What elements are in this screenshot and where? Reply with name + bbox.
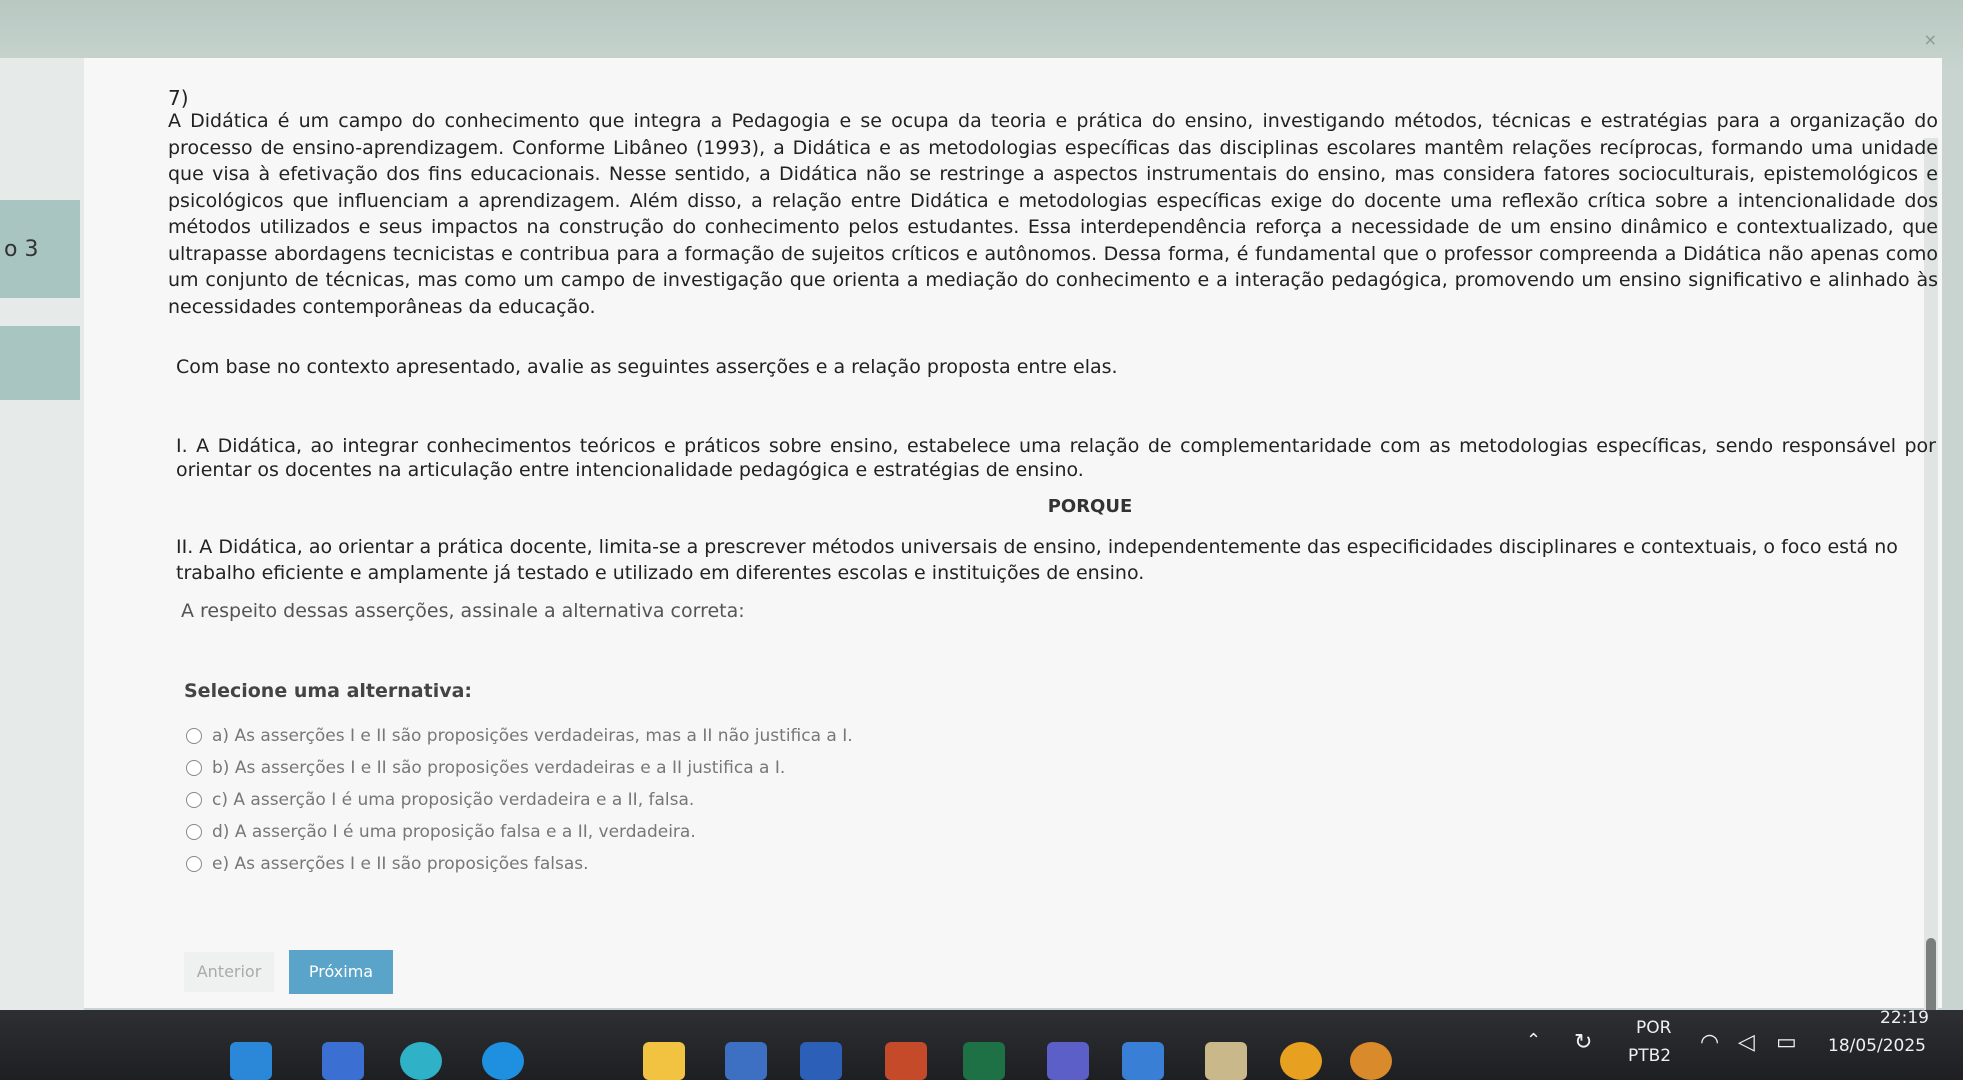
- taskbar-chrome-icon[interactable]: [1280, 1042, 1322, 1080]
- keyboard-language[interactable]: POR: [1636, 1018, 1671, 1038]
- assertion-two: II. A Didática, ao orientar a prática do…: [176, 536, 1898, 584]
- assertion-one: I. A Didática, ao integrar conhecimentos…: [176, 435, 1936, 481]
- taskbar-teams-icon[interactable]: [1047, 1042, 1089, 1080]
- alternative-c[interactable]: c) A asserção I é uma proposição verdade…: [186, 784, 853, 816]
- question-instruction: A respeito dessas asserções, assinale a …: [181, 600, 745, 622]
- question-prompt: Com base no contexto apresentado, avalie…: [176, 356, 1118, 378]
- taskbar-git-icon[interactable]: [885, 1042, 927, 1080]
- battery-icon[interactable]: ▭: [1776, 1030, 1797, 1055]
- alternative-b[interactable]: b) As asserções I e II são proposições v…: [186, 752, 853, 784]
- question-number: 7): [168, 86, 189, 110]
- previous-button[interactable]: Anterior: [184, 952, 274, 992]
- sidebar-question-item-next[interactable]: [0, 326, 80, 400]
- wifi-icon[interactable]: ◠: [1700, 1030, 1719, 1055]
- alternative-label: b) As asserções I e II são proposições v…: [212, 758, 786, 778]
- chevron-up-icon[interactable]: ⌃: [1526, 1030, 1541, 1051]
- select-alternative-label: Selecione uma alternativa:: [184, 680, 473, 702]
- taskbar-app-icon[interactable]: [230, 1042, 272, 1080]
- taskbar-skype-icon[interactable]: [482, 1042, 524, 1080]
- clock-time[interactable]: 22:19: [1880, 1008, 1929, 1028]
- taskbar-app-icon[interactable]: [322, 1042, 364, 1080]
- alternatives-list: a) As asserções I e II são proposições v…: [186, 720, 853, 880]
- question-context-paragraph: A Didática é um campo do conhecimento qu…: [168, 110, 1938, 318]
- radio-button[interactable]: [186, 824, 202, 840]
- clock-date[interactable]: 18/05/2025: [1828, 1036, 1926, 1056]
- question-sidebar: o 3: [0, 58, 84, 1018]
- close-icon[interactable]: ×: [1924, 30, 1937, 49]
- taskbar-calculator-icon[interactable]: [725, 1042, 767, 1080]
- taskbar-excel-icon[interactable]: [963, 1042, 1005, 1080]
- radio-button[interactable]: [186, 792, 202, 808]
- taskbar-app-icon[interactable]: [1350, 1042, 1392, 1080]
- radio-button[interactable]: [186, 728, 202, 744]
- alternative-a[interactable]: a) As asserções I e II são proposições v…: [186, 720, 853, 752]
- alternative-label: e) As asserções I e II são proposições f…: [212, 854, 589, 874]
- alternative-label: d) A asserção I é uma proposição falsa e…: [212, 822, 696, 842]
- radio-button[interactable]: [186, 856, 202, 872]
- taskbar-edge-icon[interactable]: [400, 1042, 442, 1080]
- alternative-e[interactable]: e) As asserções I e II são proposições f…: [186, 848, 853, 880]
- alternative-label: a) As asserções I e II são proposições v…: [212, 726, 853, 746]
- sidebar-question-item[interactable]: o 3: [0, 200, 80, 298]
- taskbar-calendar-icon[interactable]: [1122, 1042, 1164, 1080]
- alternative-label: c) A asserção I é uma proposição verdade…: [212, 790, 695, 810]
- assertion-connector: PORQUE: [1047, 496, 1133, 517]
- volume-icon[interactable]: ◁: [1738, 1030, 1755, 1055]
- taskbar-word-icon[interactable]: [800, 1042, 842, 1080]
- next-button[interactable]: Próxima: [289, 950, 393, 994]
- taskbar-app-icon[interactable]: [1205, 1042, 1247, 1080]
- radio-button[interactable]: [186, 760, 202, 776]
- keyboard-layout[interactable]: PTB2: [1628, 1046, 1671, 1066]
- taskbar-folder-icon[interactable]: [643, 1042, 685, 1080]
- sync-icon[interactable]: ↻: [1574, 1030, 1592, 1055]
- sidebar-question-label: o 3: [4, 236, 39, 262]
- alternative-d[interactable]: d) A asserção I é uma proposição falsa e…: [186, 816, 853, 848]
